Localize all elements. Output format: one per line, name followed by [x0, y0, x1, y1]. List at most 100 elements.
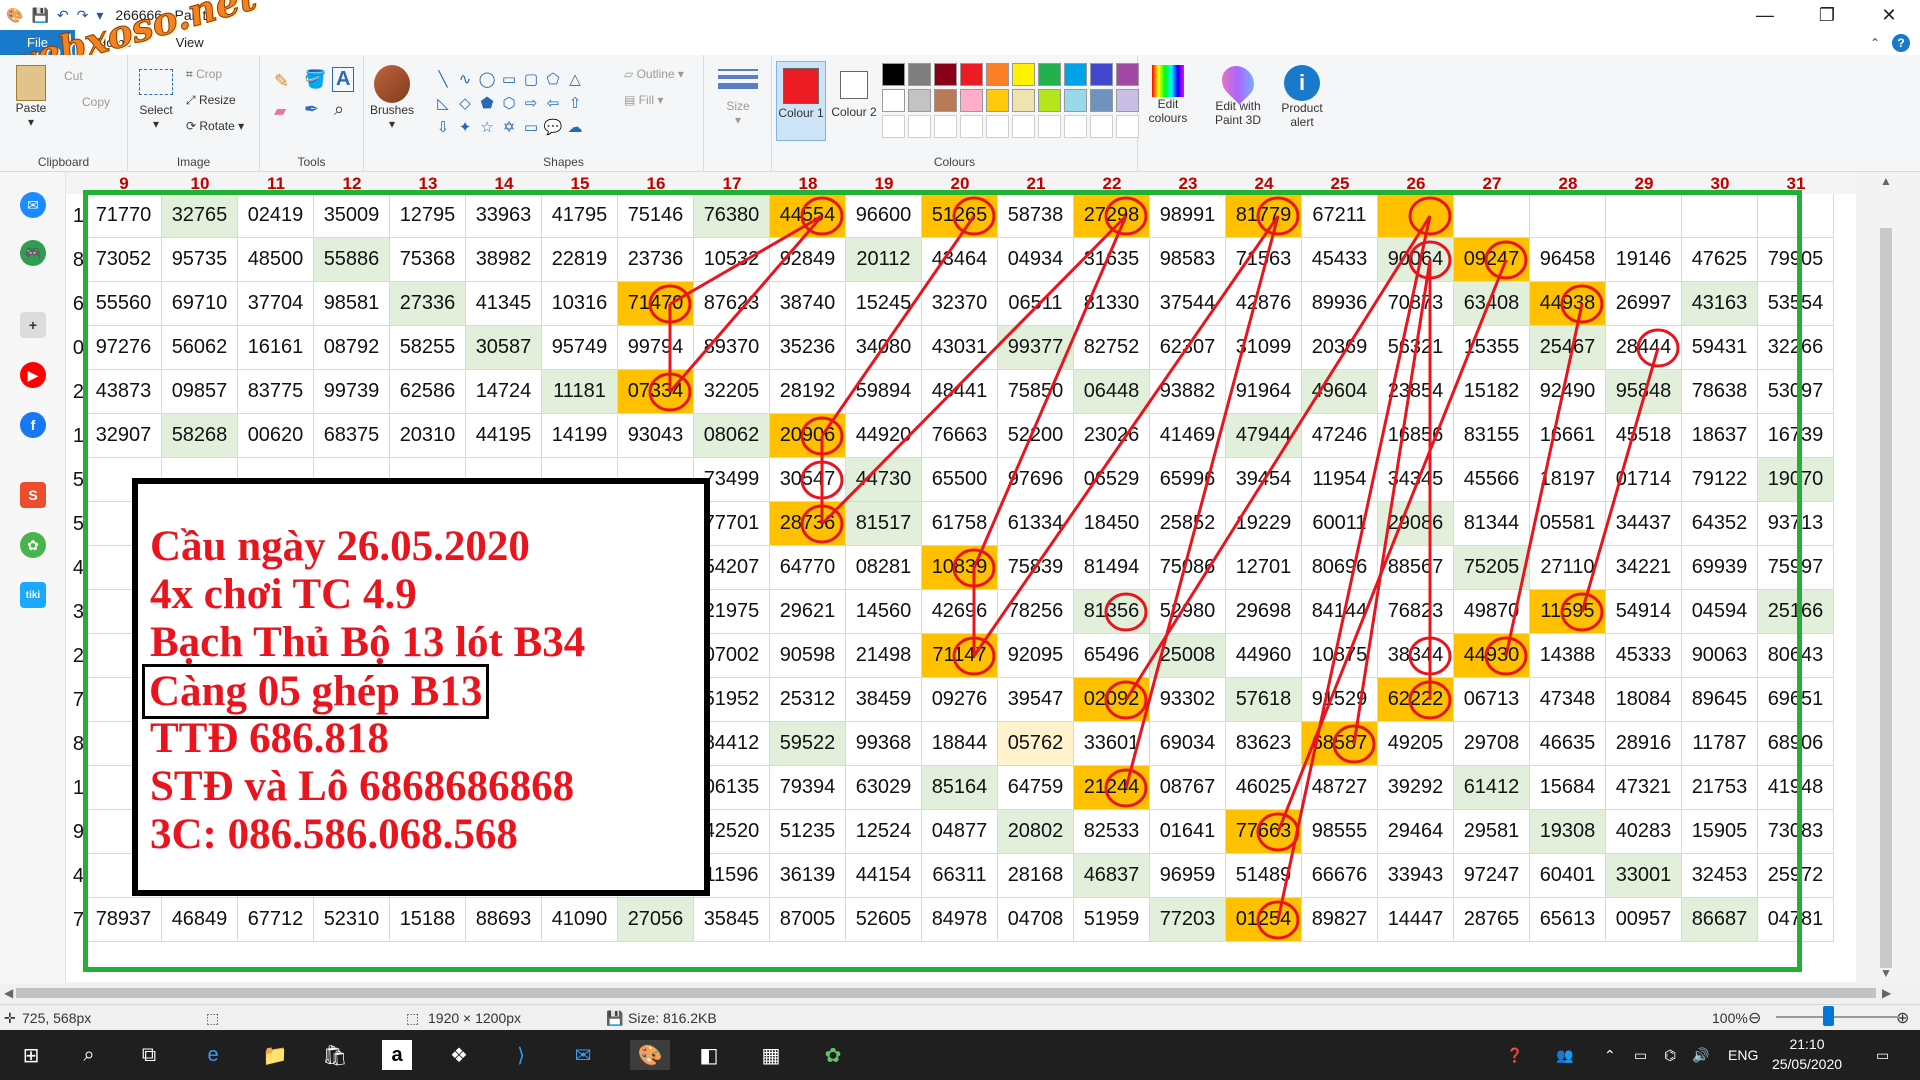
palette-swatch[interactable]: [986, 89, 1009, 112]
network-icon[interactable]: ⌬: [1664, 1030, 1676, 1080]
palette-swatch[interactable]: [960, 63, 983, 86]
people-icon[interactable]: 👥: [1556, 1030, 1573, 1080]
palette-swatch[interactable]: [1012, 89, 1035, 112]
add-icon[interactable]: +: [20, 312, 46, 338]
callout-oval-icon[interactable]: 💬: [542, 115, 564, 139]
custom-colour-slot[interactable]: [1012, 115, 1035, 138]
messenger-icon[interactable]: ✉: [20, 192, 46, 218]
language-indicator[interactable]: ENG: [1728, 1030, 1758, 1080]
photos-icon[interactable]: ▦: [756, 1040, 786, 1070]
callout-rect-icon[interactable]: ▭: [520, 115, 542, 139]
custom-colour-slot[interactable]: [882, 115, 905, 138]
shopee-icon[interactable]: S: [20, 482, 46, 508]
fill-button[interactable]: ▤ Fill ▾: [624, 93, 663, 107]
office-icon[interactable]: ◧: [694, 1040, 724, 1070]
left-arrow-shape-icon[interactable]: ⇦: [542, 91, 564, 115]
scroll-up-icon[interactable]: ▲: [1880, 174, 1892, 188]
magnifier-icon[interactable]: ⌕: [334, 99, 344, 120]
cut-button[interactable]: Cut: [64, 69, 83, 83]
custom-colour-slot[interactable]: [960, 115, 983, 138]
scroll-right-icon[interactable]: ▶: [1882, 986, 1891, 1000]
palette-swatch[interactable]: [1090, 63, 1113, 86]
four-point-star-icon[interactable]: ✦: [454, 115, 476, 139]
six-point-star-icon[interactable]: ✡: [498, 115, 520, 139]
coccoc-icon[interactable]: ✿: [20, 532, 46, 558]
scroll-left-icon[interactable]: ◀: [4, 986, 13, 1000]
clock[interactable]: 21:10 25/05/2020: [1762, 1034, 1852, 1074]
rectangle-shape-icon[interactable]: ▭: [498, 67, 520, 91]
pencil-icon[interactable]: ✎: [274, 71, 289, 92]
facebook-icon[interactable]: f: [20, 412, 46, 438]
pentagon-shape-icon[interactable]: ⬟: [476, 91, 498, 115]
minimize-button[interactable]: —: [1734, 0, 1796, 30]
palette-swatch[interactable]: [1116, 89, 1139, 112]
palette-swatch[interactable]: [1038, 63, 1061, 86]
close-button[interactable]: ✕: [1858, 0, 1920, 30]
crop-button[interactable]: ⌗ Crop: [186, 67, 222, 82]
paint-canvas[interactable]: 9 10 11 12 13 14 15 16 17 18 19 20 21 22 23 24 25 26 27 28 2…: [66, 172, 1856, 982]
colour1-button[interactable]: Colour 1: [776, 61, 826, 141]
horizontal-scroll-thumb[interactable]: [16, 988, 1876, 998]
zoom-slider-track[interactable]: [1776, 1016, 1900, 1018]
coccoc-taskbar-icon[interactable]: ✿: [818, 1040, 848, 1070]
dropbox-icon[interactable]: ❖: [444, 1040, 474, 1070]
custom-colour-slot[interactable]: [1116, 115, 1139, 138]
size-button[interactable]: Size ▾: [714, 65, 762, 127]
notification-icon[interactable]: ▭: [1876, 1030, 1889, 1080]
diamond-shape-icon[interactable]: ◇: [454, 91, 476, 115]
palette-swatch[interactable]: [1038, 89, 1061, 112]
eraser-icon[interactable]: ▰: [274, 101, 286, 121]
palette-swatch[interactable]: [934, 63, 957, 86]
undo-icon[interactable]: ↶: [57, 7, 69, 24]
hexagon-shape-icon[interactable]: ⬡: [498, 91, 520, 115]
palette-swatch[interactable]: [986, 63, 1009, 86]
zoom-slider-knob[interactable]: [1823, 1006, 1834, 1026]
amazon-icon[interactable]: a: [382, 1040, 412, 1070]
colour-picker-icon[interactable]: ✒: [304, 99, 319, 120]
windows-start-icon[interactable]: ⊞: [16, 1040, 46, 1070]
palette-swatch[interactable]: [1064, 63, 1087, 86]
copy-button[interactable]: Copy: [82, 95, 110, 109]
store-icon[interactable]: 🛍: [320, 1040, 350, 1070]
palette-swatch[interactable]: [1090, 89, 1113, 112]
save-icon[interactable]: 💾: [31, 7, 48, 24]
game-icon[interactable]: 🎮: [20, 240, 46, 266]
palette-swatch[interactable]: [908, 89, 931, 112]
curve-shape-icon[interactable]: ∿: [454, 67, 476, 91]
shapes-gallery[interactable]: ╲ ∿ ◯ ▭ ▢ ⬠ △ ◺ ◇ ⬟ ⬡ ⇨ ⇦ ⇧ ⇩ ✦ ☆ ✡ ▭ 💬 …: [432, 67, 602, 147]
edit-with-paint3d-button[interactable]: Edit with Paint 3D: [1206, 59, 1270, 127]
search-icon[interactable]: ⌕: [74, 1040, 104, 1070]
zoom-out-button[interactable]: ⊖: [1748, 1008, 1761, 1028]
maximize-button[interactable]: ❐: [1796, 0, 1858, 30]
zoom-in-button[interactable]: ⊕: [1896, 1008, 1909, 1028]
right-arrow-shape-icon[interactable]: ⇨: [520, 91, 542, 115]
vscode-icon[interactable]: ⟩: [506, 1040, 536, 1070]
palette-swatch[interactable]: [882, 89, 905, 112]
palette-swatch[interactable]: [1116, 63, 1139, 86]
youtube-icon[interactable]: ▶: [20, 362, 46, 388]
palette-swatch[interactable]: [1012, 63, 1035, 86]
battery-icon[interactable]: ▭: [1634, 1030, 1647, 1080]
five-point-star-icon[interactable]: ☆: [476, 115, 498, 139]
rotate-button[interactable]: ⟳ Rotate ▾: [186, 119, 244, 133]
custom-colour-slot[interactable]: [934, 115, 957, 138]
custom-colour-slot[interactable]: [908, 115, 931, 138]
select-button[interactable]: Select ▾: [134, 69, 178, 131]
volume-icon[interactable]: 🔊: [1692, 1030, 1709, 1080]
tray-chevron-icon[interactable]: ⌃: [1604, 1030, 1616, 1080]
fill-icon[interactable]: 🪣: [304, 69, 326, 90]
help-tray-icon[interactable]: ❓: [1506, 1030, 1523, 1080]
custom-colour-slot[interactable]: [1064, 115, 1087, 138]
outline-button[interactable]: ▱ Outline ▾: [624, 67, 684, 81]
custom-colour-slot[interactable]: [1038, 115, 1061, 138]
cloud-shape-icon[interactable]: ☁: [564, 115, 586, 139]
product-alert-button[interactable]: i Product alert: [1270, 65, 1334, 129]
paste-button[interactable]: Paste ▾: [8, 65, 54, 129]
paint-taskbar-icon[interactable]: 🎨: [630, 1040, 670, 1070]
palette-swatch[interactable]: [934, 89, 957, 112]
custom-colour-slot[interactable]: [1090, 115, 1113, 138]
custom-colour-slot[interactable]: [986, 115, 1009, 138]
down-arrow-shape-icon[interactable]: ⇩: [432, 115, 454, 139]
triangle-shape-icon[interactable]: △: [564, 67, 586, 91]
mail-icon[interactable]: ✉: [568, 1040, 598, 1070]
